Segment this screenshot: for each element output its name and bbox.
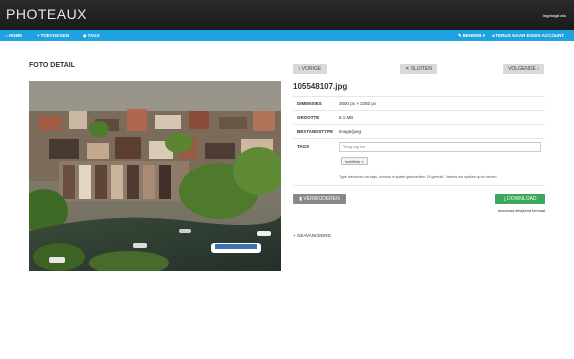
tag-input[interactable]: Voeg tag toe (339, 142, 541, 152)
property-value: 6.1 MB (339, 115, 354, 120)
close-label: SLUITEN (410, 66, 432, 72)
nav-manage[interactable]: ✎BEHEER ▾ (458, 30, 486, 41)
previous-button[interactable]: ‹ VORIGE (293, 64, 327, 74)
property-value: image/jpeg (339, 129, 362, 134)
nav-add[interactable]: +TOEVOEGEN (37, 30, 69, 41)
delete-label: VERWIJDEREN (303, 196, 340, 202)
download-alt-format-link[interactable]: download afwijkend formaat (498, 209, 545, 213)
arrow-left-icon: ◂ (492, 33, 495, 38)
nav-tags[interactable]: ◆TAGS (83, 30, 100, 41)
property-label: GROOTTE (297, 115, 320, 120)
tag-input-placeholder: Voeg tag toe (343, 144, 366, 149)
advanced-label: GEAVANCEERD (296, 233, 331, 238)
home-icon: ⌂ (5, 33, 8, 38)
advanced-toggle[interactable]: + GEAVANCEERD (293, 233, 331, 238)
page-title: FOTO DETAIL (29, 62, 76, 69)
caret-down-icon: ▾ (481, 33, 486, 38)
property-value: 3000 px × 2250 px (339, 101, 377, 106)
next-label: VOLGENDE (508, 66, 536, 72)
tag-icon: ◆ (83, 33, 87, 38)
previous-label: VORIGE (301, 66, 322, 72)
tag-chip-label: luchtfoto (345, 159, 361, 164)
tags-label: TAGS (297, 144, 310, 149)
property-row-dimensions: DIMENSIES 3000 px × 2250 px (293, 96, 545, 110)
property-label: BESTANDSTYPE (297, 129, 334, 134)
delete-button[interactable]: ▮ VERWIJDEREN (293, 194, 346, 204)
photo-properties: DIMENSIES 3000 px × 2250 px GROOTTE 6.1 … (293, 96, 545, 186)
nav-back-account-label: TERUG NAAR EIGEN ACCOUNT (495, 33, 565, 38)
nav-tags-label: TAGS (87, 33, 100, 38)
nav-home[interactable]: ⌂HOME (5, 30, 22, 41)
close-button[interactable]: ✕ SLUITEN (400, 64, 437, 74)
nav-back-account[interactable]: ◂TERUG NAAR EIGEN ACCOUNT (492, 30, 564, 41)
nav-manage-label: BEHEER (462, 33, 482, 38)
next-button[interactable]: VOLGENDE › (503, 64, 544, 74)
tag-help-text: Type hierboven uw tags, komma of spatie … (339, 175, 497, 179)
top-header: PHOTEAUX Ingelogd als (0, 0, 574, 30)
main-nav: ⌂HOME +TOEVOEGEN ◆TAGS ✎BEHEER ▾ ◂TERUG … (0, 30, 574, 41)
remove-tag-icon[interactable]: × (361, 159, 363, 164)
nav-add-label: TOEVOEGEN (40, 33, 70, 38)
plus-icon: + (37, 33, 40, 38)
wrench-icon: ✎ (458, 33, 462, 38)
photo-preview[interactable] (29, 81, 281, 271)
property-row-size: GROOTTE 6.1 MB (293, 110, 545, 124)
tag-chip[interactable]: luchtfoto × (341, 157, 368, 165)
property-label: DIMENSIES (297, 101, 322, 106)
brand-logo[interactable]: PHOTEAUX (6, 6, 87, 22)
photo-filename: 105548107.jpg (293, 82, 348, 91)
download-button[interactable]: ⤓ DOWNLOAD (495, 194, 545, 204)
download-label: DOWNLOAD (507, 196, 537, 202)
tags-row: TAGS Voeg tag toe luchtfoto × Type hierb… (293, 138, 545, 186)
chevron-right-icon: › (535, 66, 539, 72)
aerial-photo-image (29, 81, 281, 271)
property-row-filetype: BESTANDSTYPE image/jpeg (293, 124, 545, 138)
nav-home-label: HOME (8, 33, 23, 38)
logged-in-user[interactable]: Ingelogd als (543, 13, 566, 18)
